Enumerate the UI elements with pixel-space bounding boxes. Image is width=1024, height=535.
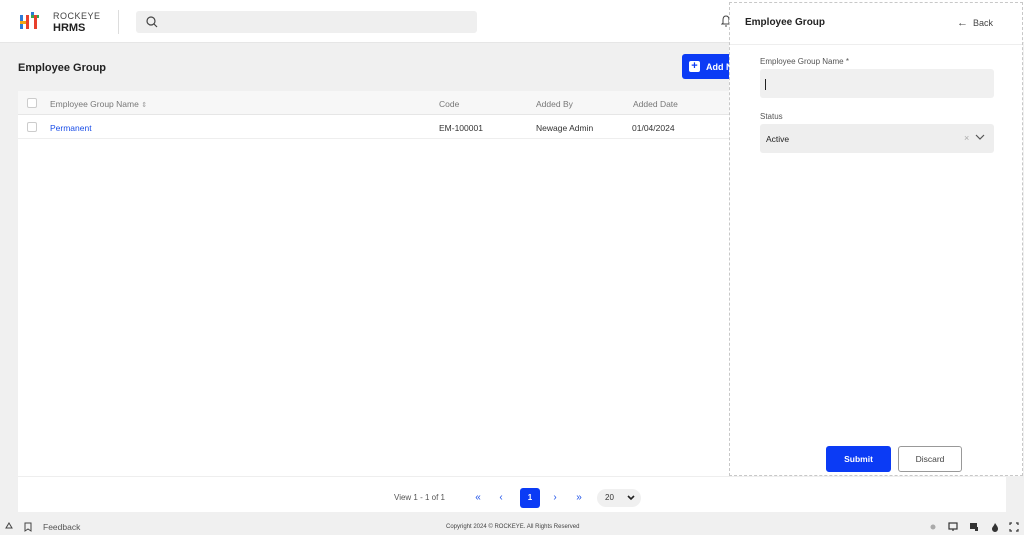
status-value: Active [766, 134, 790, 144]
page-title: Employee Group [18, 62, 107, 74]
panel-title: Employee Group [745, 17, 826, 28]
panel-header: Employee Group ← Back [730, 3, 1022, 45]
plus-icon: + [689, 61, 700, 72]
bookmark-icon[interactable] [23, 522, 33, 532]
column-header-code: Code [439, 99, 460, 109]
added-date: 01/04/2024 [632, 123, 675, 133]
search-icon [146, 16, 158, 28]
prev-page-icon[interactable]: ‹ [491, 488, 511, 508]
footer: Feedback Copyright 2024 © ROCKEYE. All R… [0, 518, 1024, 535]
clear-icon[interactable]: × [964, 133, 969, 143]
group-code: EM-100001 [439, 123, 483, 133]
status-dot-icon [930, 524, 936, 530]
recycle-icon[interactable] [4, 522, 14, 532]
search-input[interactable] [136, 11, 477, 33]
last-page-icon[interactable]: » [569, 488, 589, 508]
text-cursor [765, 79, 766, 90]
group-name-label: Employee Group Name * [760, 57, 849, 66]
arrow-left-icon: ← [957, 17, 968, 29]
status-select[interactable]: Active × [760, 124, 994, 153]
first-page-icon[interactable]: « [468, 488, 488, 508]
current-page-button[interactable]: 1 [520, 488, 540, 508]
monitor-icon[interactable] [948, 522, 958, 532]
pagination-summary: View 1 - 1 of 1 [394, 493, 445, 502]
group-name-field[interactable] [760, 69, 994, 98]
sort-icon[interactable]: ⇕ [141, 102, 147, 109]
pagination-bar: View 1 - 1 of 1 « ‹ 1 › » 20 [18, 476, 1006, 512]
group-name-link[interactable]: Permanent [50, 123, 92, 133]
status-label: Status [760, 112, 783, 121]
copyright-text: Copyright 2024 © ROCKEYE. All Rights Res… [446, 524, 580, 530]
fullscreen-icon[interactable] [1009, 522, 1019, 532]
select-all-checkbox[interactable] [27, 98, 37, 108]
chevron-down-icon[interactable] [974, 131, 986, 143]
column-header-name[interactable]: Employee Group Name ⇕ [50, 99, 147, 109]
screen-share-icon[interactable] [969, 522, 979, 532]
next-page-icon[interactable]: › [545, 488, 565, 508]
row-checkbox[interactable] [27, 122, 37, 132]
feedback-link[interactable]: Feedback [43, 522, 80, 532]
added-by: Newage Admin [536, 123, 594, 133]
column-header-added-by: Added By [536, 99, 573, 109]
page-size-select[interactable]: 20 [597, 489, 641, 507]
submit-button[interactable]: Submit [826, 446, 891, 472]
brand-product: HRMS [53, 22, 86, 34]
flame-icon[interactable] [990, 522, 1000, 532]
chevron-down-icon [627, 495, 635, 501]
back-button[interactable]: ← Back [957, 17, 993, 29]
header-divider [118, 10, 119, 34]
employee-group-form-panel: Employee Group ← Back Employee Group Name… [729, 2, 1023, 476]
discard-button[interactable]: Discard [898, 446, 962, 472]
rockeye-logo-icon[interactable] [19, 11, 41, 33]
column-header-added-date: Added Date [633, 99, 678, 109]
brand-name: ROCKEYE [53, 11, 101, 21]
